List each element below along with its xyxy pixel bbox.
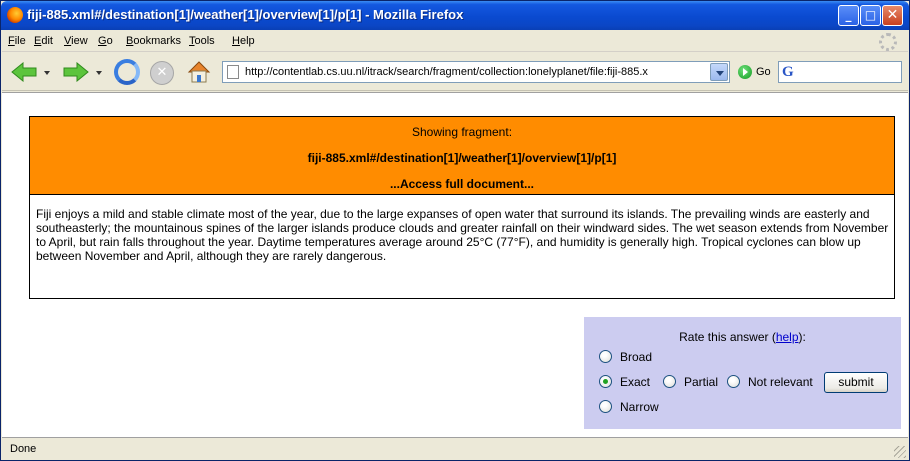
radio-exact-label: Exact xyxy=(620,375,651,389)
home-icon[interactable] xyxy=(186,59,212,85)
radio-narrow[interactable] xyxy=(599,400,612,413)
menu-help[interactable]: Help xyxy=(232,35,255,47)
back-arrow-icon[interactable] xyxy=(10,62,38,82)
go-icon[interactable] xyxy=(738,65,752,79)
page-content: Showing fragment: fiji-885.xml#/destinat… xyxy=(2,92,908,437)
maximize-button[interactable]: □ xyxy=(860,5,881,26)
status-text: Done xyxy=(10,443,37,455)
close-button[interactable]: ✕ xyxy=(882,5,903,26)
radio-exact[interactable] xyxy=(599,375,612,388)
search-box[interactable]: G xyxy=(778,61,902,83)
browser-window: fiji-885.xml#/destination[1]/weather[1]/… xyxy=(0,0,910,461)
menu-tools[interactable]: Tools xyxy=(189,35,215,47)
menu-file[interactable]: File xyxy=(8,35,26,47)
fragment-header: Showing fragment: fiji-885.xml#/destinat… xyxy=(29,116,895,194)
reload-icon[interactable] xyxy=(114,59,140,85)
status-bar: Done xyxy=(2,437,908,460)
radio-partial-label: Partial xyxy=(684,375,719,389)
activity-throbber-icon xyxy=(879,33,897,51)
forward-history-dropdown-icon[interactable] xyxy=(96,71,102,75)
menu-bookmarks[interactable]: Bookmarks xyxy=(126,35,181,47)
menu-go[interactable]: Go xyxy=(98,35,113,47)
url-text[interactable]: http://contentlab.cs.uu.nl/itrack/search… xyxy=(245,66,707,78)
go-button-label[interactable]: Go xyxy=(756,66,771,78)
address-bar[interactable]: http://contentlab.cs.uu.nl/itrack/search… xyxy=(222,61,730,83)
help-link[interactable]: help xyxy=(776,330,799,344)
rating-panel: Rate this answer (help): Broad Exact Par… xyxy=(584,317,901,429)
menu-bar: File Edit View Go Bookmarks Tools Help xyxy=(2,31,908,52)
title-bar[interactable]: fiji-885.xml#/destination[1]/weather[1]/… xyxy=(1,1,909,30)
menu-edit[interactable]: Edit xyxy=(34,35,53,47)
window-title: fiji-885.xml#/destination[1]/weather[1]/… xyxy=(27,7,464,22)
access-full-document-link[interactable]: ...Access full document... xyxy=(30,177,894,191)
google-search-icon: G xyxy=(782,64,794,80)
resize-grip-icon[interactable] xyxy=(894,446,906,458)
radio-broad-label: Broad xyxy=(620,350,653,364)
fragment-text: Fiji enjoys a mild and stable climate mo… xyxy=(36,207,889,263)
page-icon xyxy=(227,65,239,79)
radio-not-relevant[interactable] xyxy=(727,375,740,388)
fragment-id: fiji-885.xml#/destination[1]/weather[1]/… xyxy=(307,151,617,165)
fragment-text-box: Fiji enjoys a mild and stable climate mo… xyxy=(29,194,895,299)
back-history-dropdown-icon[interactable] xyxy=(44,71,50,75)
url-history-dropdown-icon[interactable] xyxy=(710,63,728,81)
stop-icon[interactable]: ✕ xyxy=(150,61,174,85)
radio-narrow-label: Narrow xyxy=(620,400,659,414)
submit-button[interactable]: submit xyxy=(824,372,888,393)
radio-partial[interactable] xyxy=(663,375,676,388)
forward-arrow-icon[interactable] xyxy=(62,62,90,82)
radio-not-relevant-label: Not relevant xyxy=(748,375,813,389)
rating-title: Rate this answer (help): xyxy=(679,330,806,344)
showing-fragment-label: Showing fragment: xyxy=(411,125,513,139)
firefox-icon xyxy=(7,7,23,23)
minimize-button[interactable]: _ xyxy=(838,5,859,26)
menu-view[interactable]: View xyxy=(64,35,88,47)
navigation-toolbar: ✕ http://contentlab.cs.uu.nl/itrack/sear… xyxy=(2,53,908,91)
radio-broad[interactable] xyxy=(599,350,612,363)
